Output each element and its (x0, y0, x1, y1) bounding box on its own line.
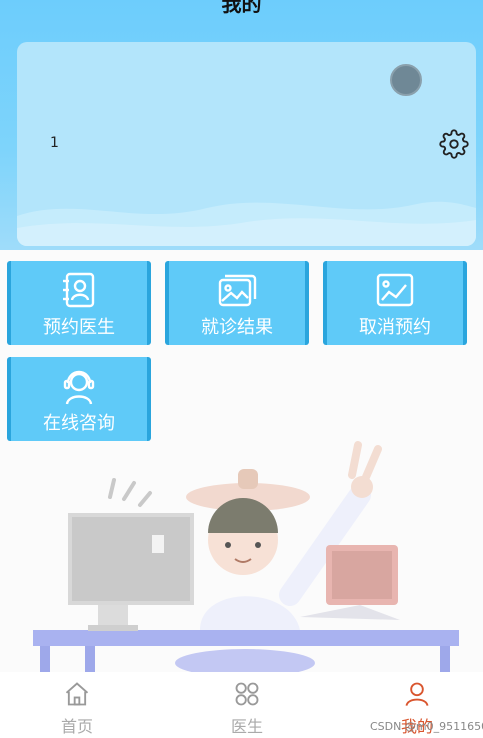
chart-image-icon (376, 273, 414, 307)
visit-results-button[interactable]: 就诊结果 (165, 261, 309, 345)
book-doctor-label: 预约医生 (43, 317, 115, 338)
tab-home-label: 首页 (60, 717, 93, 736)
user-icon (405, 682, 429, 707)
card-wave-decoration (17, 201, 476, 246)
settings-gear-icon[interactable] (437, 127, 471, 161)
user-avatar[interactable] (390, 64, 422, 96)
headset-user-icon (63, 370, 95, 405)
online-consult-button[interactable]: 在线咨询 (7, 357, 151, 441)
online-consult-label: 在线咨询 (43, 413, 115, 434)
tab-doctor-label: 医生 (230, 717, 263, 736)
grid-icon (235, 682, 259, 706)
page-title: 我的 (221, 0, 262, 16)
visit-results-label: 就诊结果 (201, 317, 273, 338)
contact-book-icon (63, 272, 95, 308)
tab-home[interactable]: 首页 (32, 672, 122, 738)
image-stack-icon (218, 274, 257, 307)
cancel-appointment-label: 取消预约 (359, 317, 431, 338)
watermark: CSDN @m0_95116502 (370, 720, 483, 733)
book-doctor-button[interactable]: 预约医生 (7, 261, 151, 345)
doctor-illustration (33, 441, 459, 675)
tab-doctor[interactable]: 医生 (202, 672, 292, 738)
profile-card: 1 (17, 42, 476, 246)
cancel-appointment-button[interactable]: 取消预约 (323, 261, 467, 345)
user-id: 1 (50, 135, 59, 151)
home-icon (65, 682, 89, 706)
